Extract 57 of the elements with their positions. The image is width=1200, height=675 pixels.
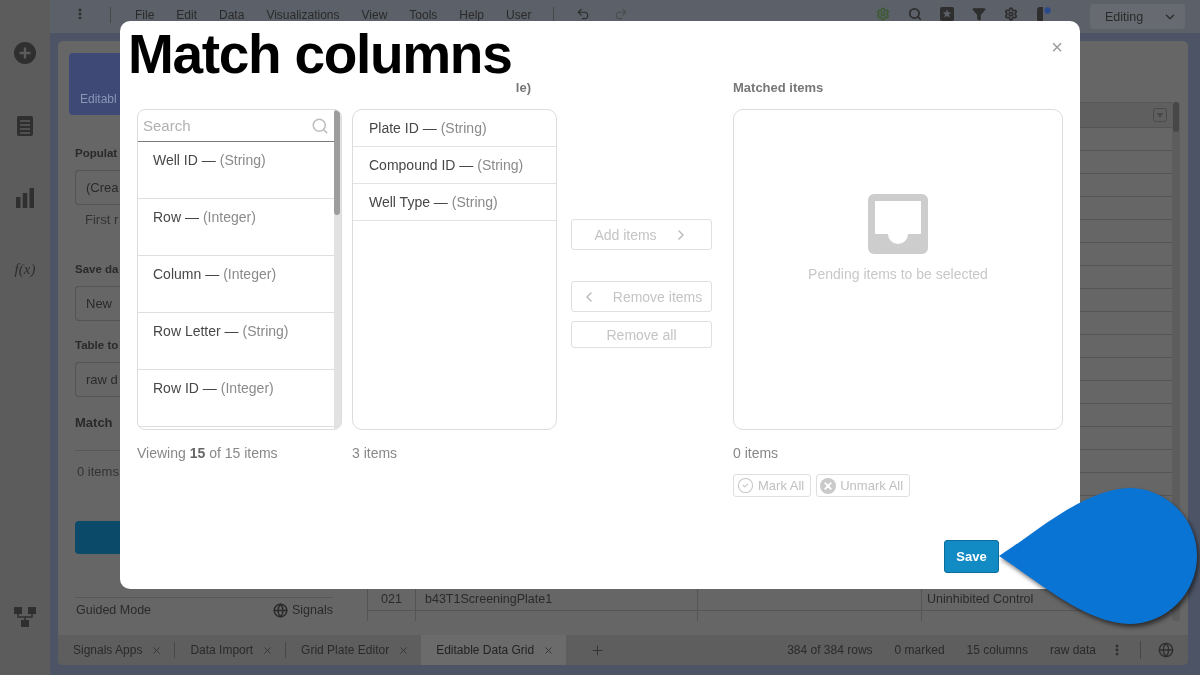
globe-icon xyxy=(273,602,288,618)
mode-label: Guided Mode xyxy=(76,602,152,618)
settings-icon[interactable] xyxy=(1004,7,1018,21)
menu-item[interactable]: Tools xyxy=(409,9,438,21)
close-button[interactable]: × xyxy=(1051,37,1063,57)
column-heading: le) xyxy=(515,80,531,95)
close-icon[interactable] xyxy=(262,644,274,656)
profile-icon[interactable] xyxy=(1036,7,1051,22)
scrollbar-thumb[interactable] xyxy=(334,110,340,215)
hierarchy-icon[interactable] xyxy=(14,607,36,627)
close-icon[interactable] xyxy=(151,644,163,656)
menu-item[interactable]: User xyxy=(506,9,532,21)
check-circle-icon xyxy=(737,477,754,494)
menu-item[interactable]: View xyxy=(361,9,388,21)
search-icon xyxy=(311,117,329,135)
item-count: 0 items xyxy=(733,445,779,462)
section-title: Match xyxy=(75,416,113,430)
list-item[interactable]: Well Type — (String) xyxy=(353,184,556,221)
star-icon[interactable] xyxy=(940,7,954,21)
x-circle-icon xyxy=(820,477,837,494)
empty-inbox-icon xyxy=(868,194,928,254)
item-count: 3 items xyxy=(352,445,398,462)
list-item[interactable]: Plate ID — (String) xyxy=(353,110,556,147)
undo-icon[interactable] xyxy=(576,7,591,21)
scrollbar-thumb[interactable] xyxy=(1173,102,1179,132)
menu-item[interactable]: Data xyxy=(219,9,245,21)
field-label: Save da xyxy=(75,263,119,276)
field-label: Table to xyxy=(75,339,119,352)
app-card[interactable]: Editabl xyxy=(69,53,120,115)
tab[interactable]: Editable Data Grid xyxy=(421,635,567,665)
close-icon[interactable] xyxy=(398,644,410,656)
close-icon[interactable] xyxy=(543,644,555,656)
redo-icon[interactable] xyxy=(614,7,629,21)
column-heading: Matched items xyxy=(733,80,824,95)
menu-item[interactable]: Visualizations xyxy=(266,9,340,21)
search-field[interactable]: Search xyxy=(138,110,334,142)
list-icon[interactable] xyxy=(17,116,33,136)
save-button[interactable]: Save xyxy=(944,540,999,573)
table-cell: Uninhibited Control xyxy=(927,592,1034,606)
globe-icon[interactable] xyxy=(1158,642,1174,658)
gear-icon[interactable] xyxy=(876,7,890,21)
dialog-title: Match columns xyxy=(128,31,512,78)
field-label: Populat xyxy=(75,147,118,160)
table-cell: b43T1ScreeningPlate1 xyxy=(425,592,553,606)
mode-dropdown[interactable]: Editing xyxy=(1090,4,1185,29)
table-cell: 021 xyxy=(381,592,402,606)
bar-chart-icon[interactable] xyxy=(16,188,34,208)
menu-item[interactable]: Help xyxy=(459,9,485,21)
plus-circle-icon[interactable] xyxy=(14,42,36,64)
menu-item[interactable]: File xyxy=(135,9,155,21)
menu-item[interactable]: Edit xyxy=(176,9,198,21)
search-icon[interactable] xyxy=(908,7,922,21)
brand-label: Signals xyxy=(292,602,333,618)
list-item[interactable]: Compound ID — (String) xyxy=(353,147,556,184)
add-tab-icon[interactable] xyxy=(590,642,606,658)
item-count: Viewing 15 of 15 items xyxy=(137,445,278,462)
filter-icon[interactable] xyxy=(972,7,986,21)
